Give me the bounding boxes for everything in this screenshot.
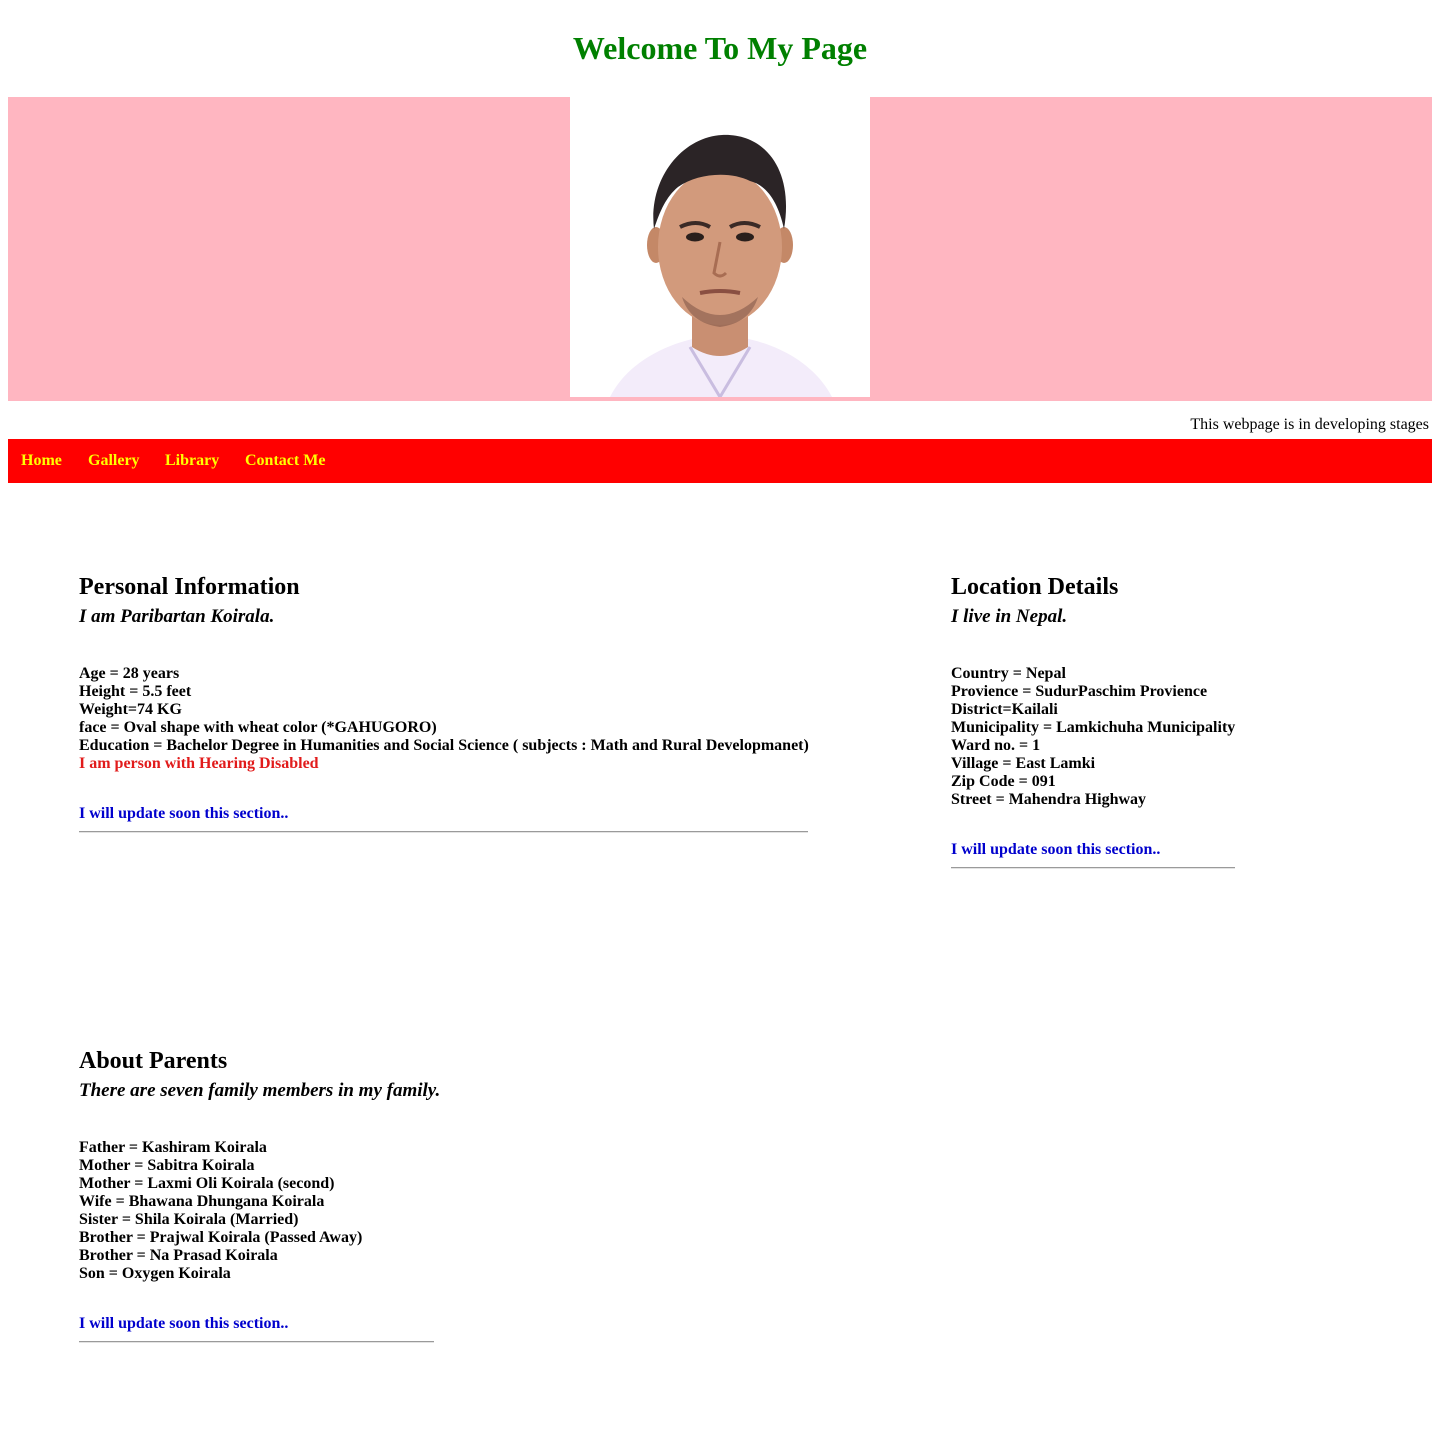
detail-line: Zip Code = 091 [951, 773, 1056, 790]
section-intro: I am Paribartan Koirala. [79, 606, 275, 627]
detail-line: Son = Oxygen Koirala [79, 1265, 231, 1282]
detail-line: Provience = SudurPaschim Provience [951, 683, 1208, 700]
location-details-list: Country = Nepal Provience = SudurPaschim… [951, 665, 1235, 809]
detail-line: Mother = Laxmi Oli Koirala (second) [79, 1175, 335, 1192]
profile-photo-image [570, 97, 870, 397]
section-heading: Personal Information [79, 574, 300, 600]
divider [951, 867, 1235, 869]
detail-line: Height = 5.5 feet [79, 683, 192, 700]
detail-line: Wife = Bhawana Dhungana Koirala [79, 1193, 325, 1210]
page-title: Welcome To My Page [572, 30, 868, 66]
section-intro: There are seven family members in my fam… [79, 1080, 441, 1101]
header-banner [8, 97, 1432, 401]
family-members-list: Father = Kashiram Koirala Mother = Sabit… [79, 1139, 362, 1283]
nav-library-link[interactable]: Library [165, 451, 219, 471]
nav-bar: Home Gallery Library Contact Me [8, 439, 1432, 483]
location-details-section: Location Details I live in Nepal. Countr… [951, 573, 1236, 871]
detail-line: District=Kailali [951, 701, 1058, 718]
detail-line: Mother = Sabitra Koirala [79, 1157, 255, 1174]
divider [79, 831, 808, 833]
detail-line: Father = Kashiram Koirala [79, 1139, 267, 1156]
development-notice: This webpage is in developing stages [1190, 416, 1429, 433]
nav-home-link[interactable]: Home [21, 451, 62, 471]
detail-line: Sister = Shila Koirala (Married) [79, 1211, 299, 1228]
detail-line: Country = Nepal [951, 665, 1066, 682]
detail-line: Education = Bachelor Degree in Humanitie… [79, 737, 809, 754]
highlight-line: I am person with Hearing Disabled [79, 755, 319, 772]
about-parents-section: About Parents There are seven family mem… [79, 1047, 440, 1345]
update-notice: I will update soon this section.. [79, 1315, 289, 1332]
update-notice: I will update soon this section.. [79, 805, 289, 822]
detail-line: Village = East Lamki [951, 755, 1096, 772]
section-heading: About Parents [79, 1048, 228, 1074]
detail-line: Street = Mahendra Highway [951, 791, 1147, 808]
detail-line: Municipality = Lamkichuha Municipality [951, 719, 1236, 736]
section-intro: I live in Nepal. [951, 606, 1068, 627]
detail-line: Brother = Prajwal Koirala (Passed Away) [79, 1229, 363, 1246]
nav-contact-link[interactable]: Contact Me [245, 451, 325, 471]
profile-photo [570, 97, 870, 397]
nav-gallery-link[interactable]: Gallery [88, 451, 140, 471]
personal-details-list: Age = 28 years Height = 5.5 feet Weight=… [79, 665, 809, 773]
update-notice: I will update soon this section.. [951, 841, 1161, 858]
detail-line: Weight=74 KG [79, 701, 182, 718]
personal-information-section: Personal Information I am Paribartan Koi… [79, 573, 809, 835]
detail-line: face = Oval shape with wheat color (*GAH… [79, 719, 437, 736]
detail-line: Ward no. = 1 [951, 737, 1041, 754]
section-heading: Location Details [951, 574, 1119, 600]
detail-line: Brother = Na Prasad Koirala [79, 1247, 278, 1264]
detail-line: Age = 28 years [79, 665, 180, 682]
divider [79, 1341, 434, 1343]
